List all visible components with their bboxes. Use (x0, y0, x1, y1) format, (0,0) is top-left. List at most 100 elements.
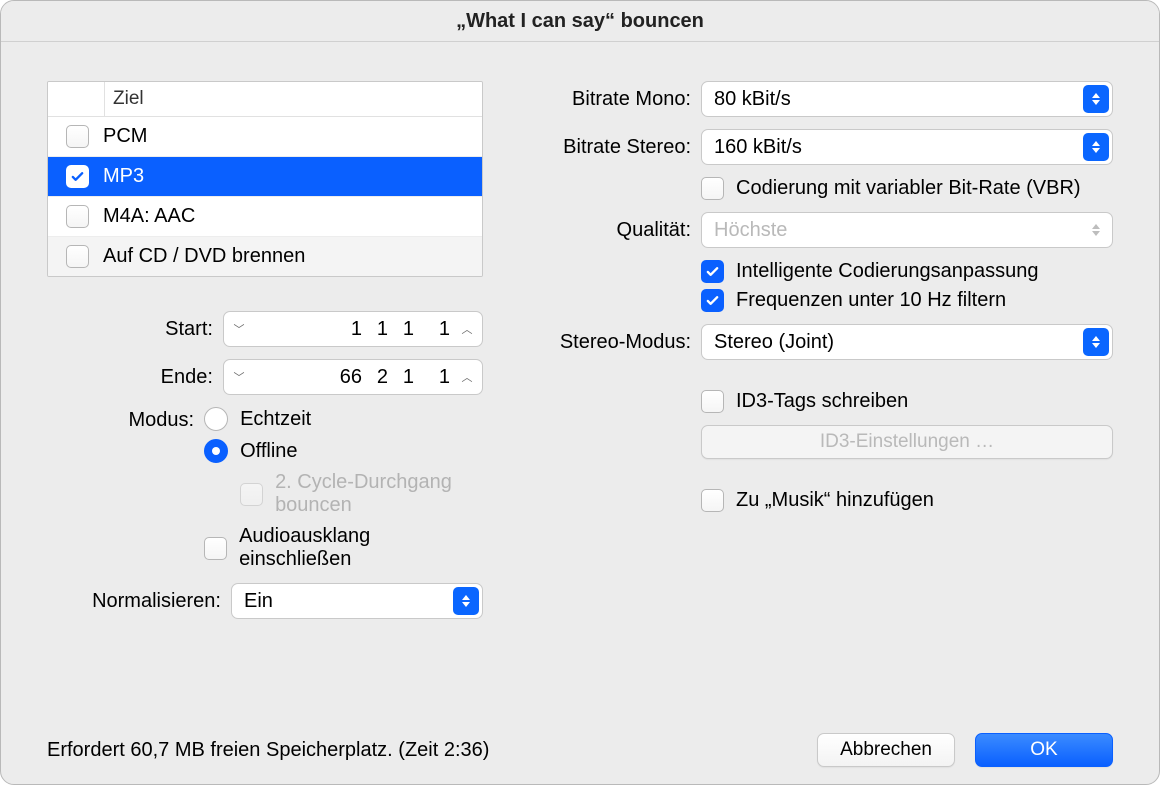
add-to-music-option[interactable]: Zu „Musik“ hinzufügen (701, 489, 934, 512)
select-stepper-icon (1083, 133, 1109, 161)
mode-radio-group: Echtzeit Offline 2. Cycle-Durchgang boun… (204, 407, 483, 571)
cancel-button[interactable]: Abbrechen (817, 733, 955, 767)
bitrate-mono-row: Bitrate Mono: 80 kBit/s (523, 81, 1113, 117)
id3-settings-label: ID3-Einstellungen … (820, 431, 994, 453)
ok-label: OK (1030, 739, 1057, 761)
destination-label: Auf CD / DVD brennen (103, 245, 305, 268)
chevron-up-icon[interactable]: ︿ (458, 369, 476, 385)
mode-label: Modus: (47, 407, 204, 432)
right-column: Bitrate Mono: 80 kBit/s Bitrate Stereo: … (523, 81, 1113, 716)
destination-header: Ziel (48, 82, 482, 117)
bitrate-mono-label: Bitrate Mono: (523, 88, 701, 111)
end-values: 66 2 1 1 (248, 366, 458, 389)
destination-check-pcm[interactable] (66, 125, 89, 148)
radio-icon[interactable] (204, 439, 228, 463)
stereo-mode-value: Stereo (Joint) (714, 331, 834, 354)
checkbox-icon[interactable] (701, 390, 724, 413)
radio-icon[interactable] (204, 407, 228, 431)
select-stepper-icon (1083, 85, 1109, 113)
quality-row: Qualität: Höchste (523, 212, 1113, 248)
include-tail-label: Audioausklang einschließen (239, 525, 483, 571)
end-label: Ende: (47, 366, 223, 389)
id3-write-option[interactable]: ID3-Tags schreiben (701, 390, 908, 413)
select-stepper-icon (1083, 216, 1109, 244)
bitrate-mono-select[interactable]: 80 kBit/s (701, 81, 1113, 117)
smart-encode-option[interactable]: Intelligente Codierungsanpassung (701, 260, 1038, 283)
mode-offline-option[interactable]: Offline (204, 439, 483, 463)
destination-header-spacer (48, 82, 105, 116)
include-tail-option[interactable]: Audioausklang einschließen (204, 525, 483, 571)
end-bar[interactable]: 66 (330, 366, 362, 389)
select-stepper-icon (1083, 328, 1109, 356)
destination-check-m4a[interactable] (66, 205, 89, 228)
id3-settings-row: ID3-Einstellungen … (523, 425, 1113, 459)
destination-row-cd[interactable]: Auf CD / DVD brennen (48, 237, 482, 276)
ok-button[interactable]: OK (975, 733, 1113, 767)
end-div[interactable]: 1 (396, 366, 414, 389)
destination-row-pcm[interactable]: PCM (48, 117, 482, 157)
start-beat[interactable]: 1 (370, 318, 388, 341)
filter-10hz-option[interactable]: Frequenzen unter 10 Hz filtern (701, 289, 1006, 312)
left-column: Ziel PCM MP3 M4A: AAC Auf CD / DVD brenn… (47, 81, 483, 716)
filter-10hz-label: Frequenzen unter 10 Hz filtern (736, 289, 1006, 312)
bitrate-stereo-select[interactable]: 160 kBit/s (701, 129, 1113, 165)
add-to-music-row: Zu „Musik“ hinzufügen (523, 489, 1113, 512)
checkbox-icon[interactable] (701, 489, 724, 512)
start-row: Start: ﹀ 1 1 1 1 ︿ (47, 311, 483, 347)
checkbox-icon[interactable] (204, 537, 227, 560)
second-cycle-option: 2. Cycle-Durchgang bouncen (240, 471, 483, 517)
destination-table: Ziel PCM MP3 M4A: AAC Auf CD / DVD brenn… (47, 81, 483, 277)
start-div[interactable]: 1 (396, 318, 414, 341)
id3-write-label: ID3-Tags schreiben (736, 390, 908, 413)
filter-10hz-row: Frequenzen unter 10 Hz filtern (523, 289, 1113, 312)
destination-label: M4A: AAC (103, 205, 195, 228)
chevron-down-icon[interactable]: ﹀ (230, 369, 248, 385)
quality-label: Qualität: (523, 219, 701, 242)
dialog-footer: Erfordert 60,7 MB freien Speicherplatz. … (1, 716, 1159, 784)
bitrate-stereo-row: Bitrate Stereo: 160 kBit/s (523, 129, 1113, 165)
smart-encode-row: Intelligente Codierungsanpassung (523, 260, 1113, 283)
chevron-up-icon[interactable]: ︿ (458, 321, 476, 337)
add-to-music-label: Zu „Musik“ hinzufügen (736, 489, 934, 512)
bitrate-mono-value: 80 kBit/s (714, 88, 791, 111)
checkbox-icon[interactable] (701, 289, 724, 312)
quality-select: Höchste (701, 212, 1113, 248)
destination-row-mp3[interactable]: MP3 (48, 157, 482, 197)
bitrate-stereo-label: Bitrate Stereo: (523, 136, 701, 159)
vbr-label: Codierung mit variabler Bit-Rate (VBR) (736, 177, 1081, 200)
checkbox-icon[interactable] (701, 260, 724, 283)
destination-header-label: Ziel (105, 88, 144, 110)
quality-value: Höchste (714, 219, 787, 242)
mode-row: Modus: Echtzeit Offline 2. Cycle-Durchga… (47, 407, 483, 571)
end-time-field[interactable]: ﹀ 66 2 1 1 ︿ (223, 359, 483, 395)
mode-realtime-option[interactable]: Echtzeit (204, 407, 483, 431)
destination-check-cd[interactable] (66, 245, 89, 268)
stereo-mode-select[interactable]: Stereo (Joint) (701, 324, 1113, 360)
checkbox-icon (240, 483, 263, 506)
checkbox-icon[interactable] (701, 177, 724, 200)
stereo-mode-label: Stereo-Modus: (523, 331, 701, 354)
normalize-label: Normalisieren: (47, 590, 231, 613)
destination-row-m4a[interactable]: M4A: AAC (48, 197, 482, 237)
dialog-body: Ziel PCM MP3 M4A: AAC Auf CD / DVD brenn… (1, 41, 1159, 716)
start-bar[interactable]: 1 (344, 318, 362, 341)
normalize-row: Normalisieren: Ein (47, 583, 483, 619)
vbr-option[interactable]: Codierung mit variabler Bit-Rate (VBR) (701, 177, 1081, 200)
destination-check-mp3[interactable] (66, 165, 89, 188)
start-tick[interactable]: 1 (432, 318, 450, 341)
mode-realtime-label: Echtzeit (240, 408, 311, 431)
status-text: Erfordert 60,7 MB freien Speicherplatz. … (47, 739, 797, 762)
start-time-field[interactable]: ﹀ 1 1 1 1 ︿ (223, 311, 483, 347)
id3-write-row: ID3-Tags schreiben (523, 390, 1113, 413)
vbr-row: Codierung mit variabler Bit-Rate (VBR) (523, 177, 1113, 200)
end-tick[interactable]: 1 (432, 366, 450, 389)
bounce-dialog: „What I can say“ bouncen Ziel PCM MP3 (0, 0, 1160, 785)
cancel-label: Abbrechen (840, 739, 932, 761)
normalize-select[interactable]: Ein (231, 583, 483, 619)
window-title: „What I can say“ bouncen (1, 1, 1159, 42)
start-label: Start: (47, 318, 223, 341)
end-beat[interactable]: 2 (370, 366, 388, 389)
mode-offline-label: Offline (240, 440, 297, 463)
id3-settings-button: ID3-Einstellungen … (701, 425, 1113, 459)
chevron-down-icon[interactable]: ﹀ (230, 321, 248, 337)
